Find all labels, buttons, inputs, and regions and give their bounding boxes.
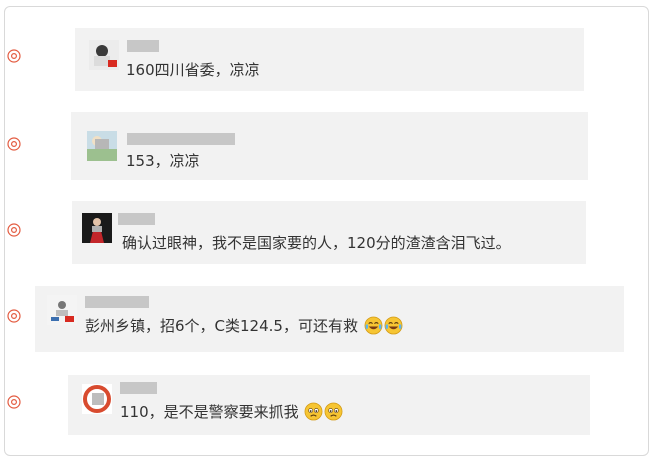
avatar-image xyxy=(82,384,112,414)
comment-body: 153，凉凉 xyxy=(126,152,200,170)
comment-text: 110，是不是警察要来抓我 xyxy=(120,402,343,421)
comment-body: 确认过眼神，我不是国家要的人，120分的渣渣含泪飞过。 xyxy=(122,234,511,252)
comment-text: 160四川省委，凉凉 xyxy=(126,61,260,79)
avatar[interactable] xyxy=(47,295,77,325)
comment-body: 彭州乡镇，招6个，C类124.5，可还有救 xyxy=(85,317,358,335)
avatar[interactable] xyxy=(82,213,112,243)
avatar-image xyxy=(87,131,117,161)
avatar[interactable] xyxy=(89,40,119,70)
comment-card: 160四川省委，凉凉 xyxy=(75,28,584,91)
username-mask xyxy=(127,40,159,52)
comment-body: 110，是不是警察要来抓我 xyxy=(120,403,299,421)
comment-text: 确认过眼神，我不是国家要的人，120分的渣渣含泪飞过。 xyxy=(122,234,511,252)
comment-body: 160四川省委，凉凉 xyxy=(126,61,260,79)
crying-laughing-emoji-icon xyxy=(384,316,403,335)
bullet-marker-icon xyxy=(7,395,21,409)
bullet-marker-icon xyxy=(7,137,21,151)
comment-card: 153，凉凉 xyxy=(71,112,588,180)
bullet-marker-icon xyxy=(7,49,21,63)
avatar[interactable] xyxy=(82,384,112,414)
username-mask xyxy=(118,213,155,225)
username-mask xyxy=(85,296,149,308)
avatar[interactable] xyxy=(87,131,117,161)
avatar-image xyxy=(89,40,119,70)
crying-laughing-emoji-icon xyxy=(364,316,383,335)
avatar-image xyxy=(82,213,112,243)
worried-face-emoji-icon xyxy=(324,402,343,421)
avatar-image xyxy=(47,295,77,325)
comment-text: 153，凉凉 xyxy=(126,152,200,170)
bullet-marker-icon xyxy=(7,309,21,323)
username-mask xyxy=(127,133,235,145)
comment-card: 110，是不是警察要来抓我 xyxy=(68,375,590,435)
comment-text: 彭州乡镇，招6个，C类124.5，可还有救 xyxy=(85,316,403,335)
comment-card: 确认过眼神，我不是国家要的人，120分的渣渣含泪飞过。 xyxy=(72,201,586,264)
bullet-marker-icon xyxy=(7,223,21,237)
comment-card: 彭州乡镇，招6个，C类124.5，可还有救 xyxy=(35,286,624,352)
worried-face-emoji-icon xyxy=(304,402,323,421)
username-mask xyxy=(120,382,157,394)
